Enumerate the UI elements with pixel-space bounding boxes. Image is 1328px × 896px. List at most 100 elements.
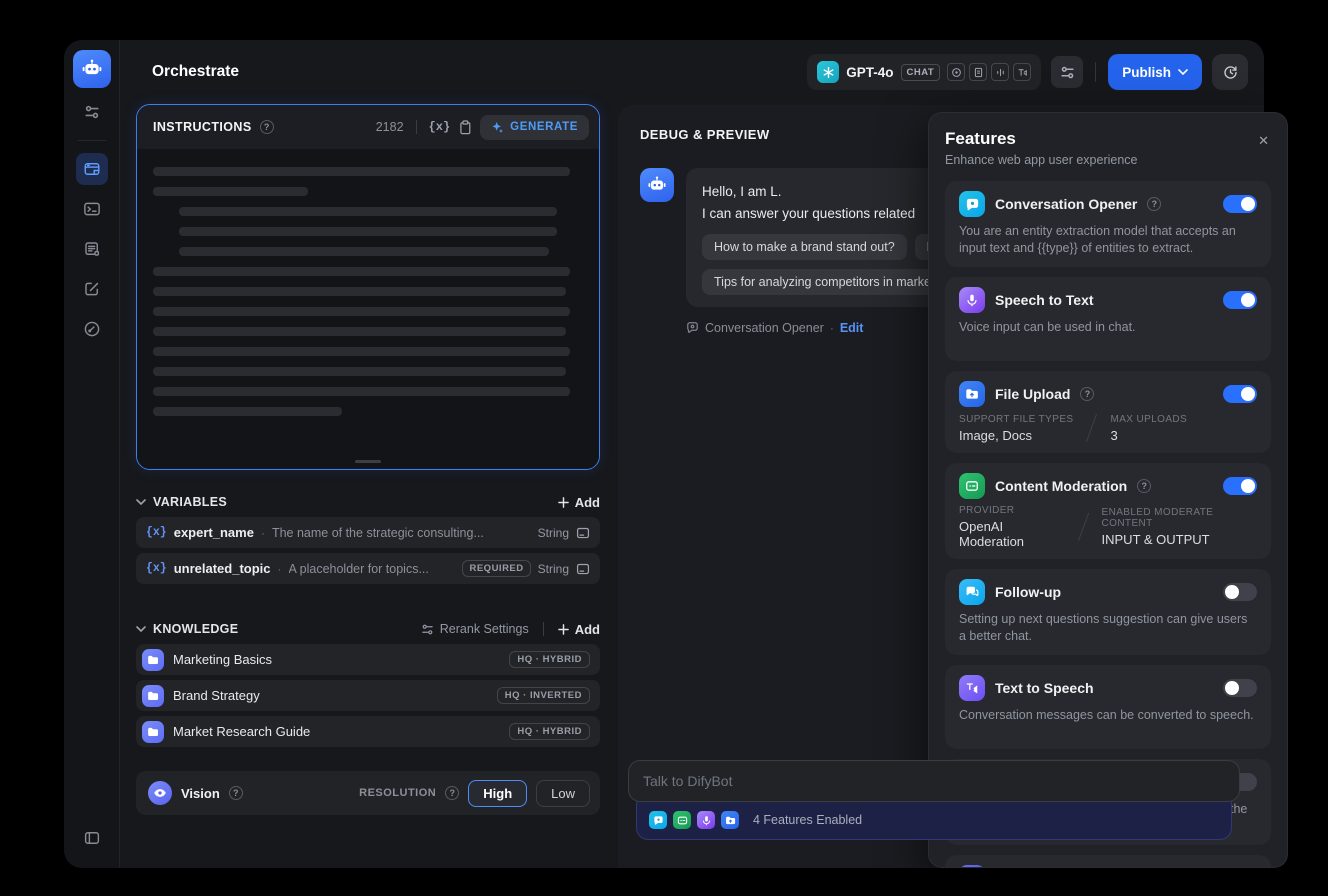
knowledge-badge: HQ · HYBRID [509,723,590,740]
instructions-editor[interactable] [137,149,599,468]
chevron-down-icon[interactable] [136,626,146,632]
file-upload-toggle[interactable] [1223,385,1257,403]
generate-label: GENERATE [510,121,578,133]
plus-icon [557,623,569,635]
copy-clipboard-icon[interactable] [458,119,472,135]
chat-input-box[interactable] [628,760,1240,802]
conversation-opener-icon [959,191,985,217]
speech-to-text-mini-icon [697,811,715,829]
knowledge-name: Marketing Basics [173,652,272,667]
conversation-opener-toggle[interactable] [1223,195,1257,213]
model-params-sliders-icon[interactable] [1051,56,1084,88]
redacted-text-line [153,347,571,356]
redacted-text-line [153,167,571,176]
model-selector[interactable]: GPT-4o CHAT [807,54,1042,90]
settings-sliders-icon[interactable] [76,96,108,128]
rerank-label: Rerank Settings [439,622,529,636]
input-field-icon [576,562,590,576]
help-icon[interactable] [1147,197,1162,211]
help-icon[interactable] [1080,387,1095,401]
knowledge-folder-icon [142,684,164,707]
header-divider [415,120,417,134]
opener-label: Conversation Opener [705,320,824,335]
sidebar-item-orchestrate[interactable] [75,153,108,185]
features-panel: Features ✕ Enhance web app user experien… [928,112,1288,868]
suggested-question-chip[interactable]: Tips for analyzing competitors in market [702,268,947,295]
text-to-speech-icon [959,675,985,701]
knowledge-name: Brand Strategy [173,688,260,703]
knowledge-row[interactable]: Market Research Guide HQ · HYBRID [136,716,600,747]
model-mode-badge: CHAT [900,63,941,81]
insert-variable-icon[interactable]: {x} [429,120,451,134]
add-knowledge-button[interactable]: Add [557,621,600,637]
follow-up-toggle[interactable] [1223,583,1257,601]
add-variable-button[interactable]: Add [557,494,600,510]
microphone-icon [959,287,985,313]
redacted-text-line [153,267,571,276]
variable-row[interactable]: {x} expert_name · The name of the strate… [136,517,600,548]
sidebar-divider [77,140,106,141]
variables-section-header: VARIABLES Add [136,487,600,517]
knowledge-section-header: KNOWLEDGE Rerank Settings Add [136,614,600,644]
help-icon[interactable] [445,786,460,800]
variable-description: A placeholder for topics... [288,561,429,576]
model-name: GPT-4o [846,64,894,80]
help-icon[interactable] [1137,479,1152,493]
add-label: Add [574,494,600,510]
openai-logo-icon [817,61,840,83]
feature-card-speech-to-text: Speech to Text Voice input can be used i… [945,277,1271,361]
redacted-text-line [153,327,566,336]
help-icon[interactable] [228,786,243,800]
chevron-down-icon[interactable] [136,499,146,505]
knowledge-row[interactable]: Marketing Basics HQ · HYBRID [136,644,600,675]
sidebar-item-monitoring[interactable] [76,313,108,345]
speech-to-text-toggle[interactable] [1223,291,1257,309]
text-to-speech-toggle[interactable] [1223,679,1257,697]
suggested-question-chip[interactable]: How to make a brand stand out? [702,233,907,260]
sidebar-item-logs[interactable] [76,233,108,265]
resolution-low-button[interactable]: Low [536,779,590,807]
variables-title: VARIABLES [153,495,228,509]
redacted-text-line [179,207,558,216]
content-moderation-toggle[interactable] [1223,477,1257,495]
feature-name: Speech to Text [995,292,1094,308]
generate-button[interactable]: GENERATE [480,114,589,140]
resolution-high-button[interactable]: High [468,779,528,807]
version-history-icon[interactable] [1212,54,1248,90]
separator-dot: · [260,525,265,540]
features-enabled-bar[interactable]: 4 Features Enabled [636,800,1232,840]
variable-type: String [537,525,569,540]
variable-token-icon: {x} [146,526,167,539]
help-icon[interactable] [259,120,274,134]
vision-label: Vision [181,785,220,801]
features-enabled-label: 4 Features Enabled [753,813,863,827]
feature-card-text-to-speech: Text to Speech Conversation messages can… [945,665,1271,749]
rerank-settings-button[interactable]: Rerank Settings [421,622,529,636]
app-logo-robot-icon[interactable] [72,50,111,88]
meta-label: ENABLED MODERATE CONTENT [1101,507,1214,529]
feature-card-content-moderation: Content Moderation PROVIDER OpenAI Moder… [945,463,1271,559]
meta-value: Image, Docs [959,427,1032,443]
sidebar-item-terminal[interactable] [76,193,108,225]
features-title: Features [945,129,1016,148]
publish-button[interactable]: Publish [1108,54,1202,90]
file-upload-icon [959,381,985,407]
required-badge: REQUIRED [462,560,531,577]
add-label: Add [574,621,600,637]
resize-handle[interactable] [355,460,381,463]
knowledge-folder-icon [142,648,164,671]
variable-row[interactable]: {x} unrelated_topic · A placeholder for … [136,553,600,584]
meta-max-uploads: MAX UPLOADS 3 [1110,414,1187,443]
chat-input[interactable] [643,773,1225,789]
collapse-sidebar-icon[interactable] [76,822,108,854]
knowledge-badge: HQ · HYBRID [509,651,590,668]
features-subtitle: Enhance web app user experience [945,153,1138,167]
meta-value: INPUT & OUTPUT [1101,532,1210,547]
variable-name: expert_name [173,525,254,540]
knowledge-row[interactable]: Brand Strategy HQ · INVERTED [136,680,600,711]
sidebar-item-annotations[interactable] [76,273,108,305]
edit-opener-link[interactable]: Edit [840,321,864,335]
close-icon[interactable]: ✕ [1258,133,1269,149]
orchestrate-column: INSTRUCTIONS 2182 {x} GENERATE [136,104,600,815]
feature-card-file-upload: File Upload SUPPORT FILE TYPES Image, Do… [945,371,1271,453]
